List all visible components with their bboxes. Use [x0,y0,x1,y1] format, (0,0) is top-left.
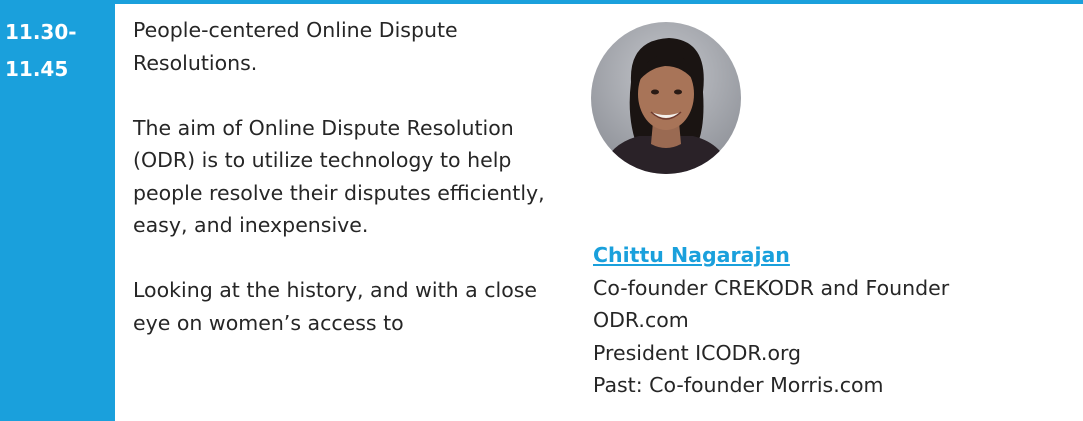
session-description: People-centered Online Dispute Resolutio… [133,14,573,372]
speaker-role-line: ODR.com [593,308,689,332]
session-time: 11.30- 11.45 [5,14,77,88]
top-border [0,0,1083,4]
session-title: People-centered Online Dispute Resolutio… [133,18,458,75]
speaker-portrait-icon [591,22,741,174]
session-time-start: 11.30- [5,20,77,44]
session-time-end: 11.45 [5,57,69,81]
speaker-photo [591,22,741,174]
time-cell: 11.30- 11.45 [0,4,115,421]
speaker-name-link[interactable]: Chittu Nagarajan [593,239,1073,272]
session-detail: Looking at the history, and with a close… [133,278,538,335]
speaker-info: Chittu Nagarajan Co-founder CREKODR and … [593,239,1073,402]
speaker-role-line: Co-founder CREKODR and Founder [593,275,950,300]
speaker-role-line: President ICODR.org [593,340,802,365]
session-summary: The aim of Online Dispute Resolution (OD… [133,115,545,238]
speaker-role-line: Past: Co-founder Morris.com [593,373,884,397]
